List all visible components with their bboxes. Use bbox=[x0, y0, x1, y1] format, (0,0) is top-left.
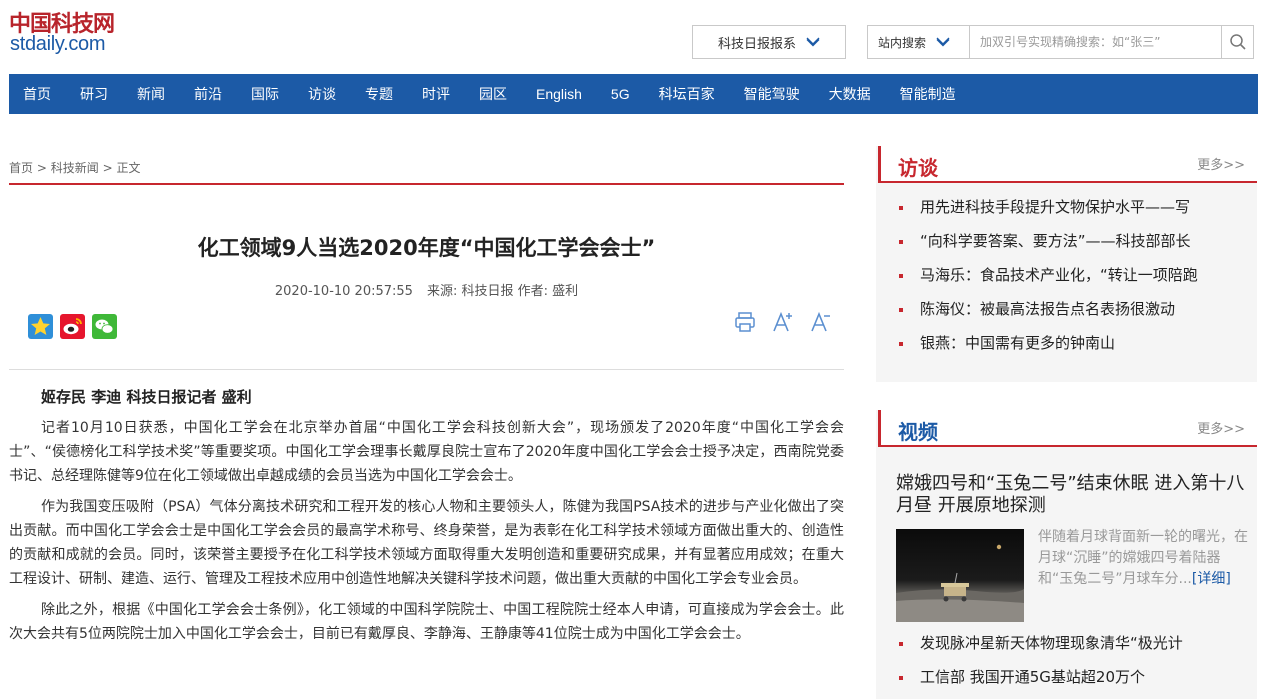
search-scope-label: 站内搜索 bbox=[878, 35, 927, 50]
video-heading: 视频 bbox=[898, 420, 938, 444]
font-decrease-icon[interactable] bbox=[809, 310, 833, 334]
video-list: 发现脉冲星新天体物理现象清华“极光计 工信部 我国开通5G基站超20万个 bbox=[876, 631, 1257, 699]
list-item[interactable]: 用先进科技手段提升文物保护水平——写 bbox=[876, 195, 1257, 229]
interview-panel: 访谈 更多>> 用先进科技手段提升文物保护水平——写 “向科学要答案、要方法”—… bbox=[876, 146, 1257, 382]
interview-panel-header: 访谈 更多>> bbox=[878, 146, 1257, 183]
nav-item-international[interactable]: 国际 bbox=[251, 84, 279, 104]
video-panel: 视频 更多>> 嫦娥四号和“玉兔二号”结束休眠 进入第十八月昼 开展原地探测 伴… bbox=[876, 410, 1257, 699]
article-title: 化工领域9人当选2020年度“中国化工学会会士” bbox=[197, 236, 656, 260]
interview-more-link[interactable]: 更多>> bbox=[1197, 154, 1245, 173]
site-search: 站内搜索 bbox=[867, 25, 1254, 59]
breadcrumb-divider bbox=[9, 183, 844, 185]
article-paragraph: 记者10月10日获悉，中国化工学会在北京举办首届“中国化工学会科技创新大会”，现… bbox=[9, 420, 844, 484]
article-paragraph: 除此之外，根据《中国化工学会会士条例》，化工领域的中国科学院院士、中国工程院院士… bbox=[9, 602, 844, 642]
breadcrumb-separator: > bbox=[102, 161, 117, 175]
wechat-share-icon[interactable] bbox=[92, 314, 117, 339]
site-header: 中国科技网 stdaily.com 科技日报报系 站内搜索 bbox=[0, 0, 1261, 74]
site-logo[interactable]: 中国科技网 stdaily.com bbox=[9, 6, 139, 56]
breadcrumb-home[interactable]: 首页 bbox=[9, 161, 33, 175]
nav-item-study[interactable]: 研习 bbox=[80, 84, 108, 104]
lunar-rover-image bbox=[896, 544, 1024, 622]
search-input[interactable] bbox=[970, 26, 1221, 58]
article-tools bbox=[733, 310, 833, 334]
nav-item-topics[interactable]: 专题 bbox=[365, 84, 393, 104]
search-icon bbox=[1229, 34, 1246, 50]
logo-english: stdaily.com bbox=[10, 33, 106, 55]
list-item[interactable]: 发现脉冲星新天体物理现象清华“极光计 bbox=[876, 631, 1257, 665]
video-thumbnail[interactable] bbox=[896, 529, 1024, 622]
nav-item-big-data[interactable]: 大数据 bbox=[829, 84, 871, 104]
interview-list: 用先进科技手段提升文物保护水平——写 “向科学要答案、要方法”——科技部部长 马… bbox=[876, 183, 1257, 365]
newspaper-select-label: 科技日报报系 bbox=[717, 36, 796, 52]
nav-item-parks[interactable]: 园区 bbox=[479, 84, 507, 104]
share-bar bbox=[28, 314, 117, 339]
chevron-down-icon bbox=[806, 37, 820, 47]
search-button[interactable] bbox=[1221, 26, 1253, 58]
breadcrumb-current: 正文 bbox=[116, 161, 141, 175]
video-feature-title[interactable]: 嫦娥四号和“玉兔二号”结束休眠 进入第十八月昼 开展原地探测 bbox=[896, 473, 1246, 517]
nav-item-5g[interactable]: 5G bbox=[611, 86, 630, 102]
article-datetime: 2020-10-10 20:57:55 bbox=[274, 284, 413, 299]
article-divider bbox=[9, 369, 844, 370]
nav-item-forum[interactable]: 科坛百家 bbox=[659, 84, 715, 104]
breadcrumb: 首页 > 科技新闻 > 正文 bbox=[9, 159, 140, 176]
nav-item-frontier[interactable]: 前沿 bbox=[194, 84, 222, 104]
article-author: 作者: 盛利 bbox=[517, 284, 579, 299]
nav-item-smart-driving[interactable]: 智能驾驶 bbox=[744, 84, 800, 104]
section-marker bbox=[878, 410, 881, 447]
chevron-down-icon bbox=[936, 37, 950, 47]
video-feature-summary: 伴随着月球背面新一轮的曙光，在月球“沉睡”的嫦娥四号着陆器和“玉兔二号”月球车分… bbox=[1038, 527, 1248, 590]
nav-item-commentary[interactable]: 时评 bbox=[422, 84, 450, 104]
interview-heading: 访谈 bbox=[898, 156, 938, 180]
search-scope-select[interactable]: 站内搜索 bbox=[868, 26, 970, 58]
list-item[interactable]: 马海乐：食品技术产业化，“转让一项陪跑 bbox=[876, 263, 1257, 297]
article-byline: 姬存民 李迪 科技日报记者 盛利 bbox=[41, 388, 252, 406]
nav-item-english[interactable]: English bbox=[536, 86, 582, 102]
nav-item-smart-manufacturing[interactable]: 智能制造 bbox=[900, 84, 956, 104]
main-nav: 首页 研习 新闻 前沿 国际 访谈 专题 时评 园区 English 5G 科坛… bbox=[9, 74, 1258, 114]
list-item[interactable]: 银燕：中国需有更多的钟南山 bbox=[876, 331, 1257, 365]
section-marker bbox=[878, 146, 881, 183]
qzone-share-icon[interactable] bbox=[28, 314, 53, 339]
list-item[interactable]: 工信部 我国开通5G基站超20万个 bbox=[876, 665, 1257, 699]
list-item[interactable]: “向科学要答案、要方法”——科技部部长 bbox=[876, 229, 1257, 263]
nav-item-home[interactable]: 首页 bbox=[23, 84, 51, 104]
newspaper-select[interactable]: 科技日报报系 bbox=[692, 25, 846, 59]
nav-item-news[interactable]: 新闻 bbox=[137, 84, 165, 104]
article-source: 来源: 科技日报 bbox=[426, 284, 514, 299]
breadcrumb-tech-news[interactable]: 科技新闻 bbox=[51, 161, 99, 175]
video-detail-link[interactable]: [详细] bbox=[1192, 571, 1231, 587]
article-paragraph: 作为我国变压吸附（PSA）气体分离技术研究和工程开发的核心人物和主要领头人，陈健… bbox=[9, 499, 844, 587]
video-more-link[interactable]: 更多>> bbox=[1197, 418, 1245, 437]
print-icon[interactable] bbox=[733, 310, 757, 334]
article-meta: 2020-10-10 20:57:55 来源: 科技日报 作者: 盛利 bbox=[9, 280, 844, 299]
weibo-share-icon[interactable] bbox=[60, 314, 85, 339]
breadcrumb-separator: > bbox=[36, 161, 51, 175]
list-item[interactable]: 陈海仪：被最高法报告点名表扬很激动 bbox=[876, 297, 1257, 331]
font-increase-icon[interactable] bbox=[771, 310, 795, 334]
article-body: 记者10月10日获悉，中国化工学会在北京举办首届“中国化工学会科技创新大会”，现… bbox=[9, 416, 844, 653]
video-panel-header: 视频 更多>> bbox=[878, 410, 1257, 447]
nav-item-interview[interactable]: 访谈 bbox=[308, 84, 336, 104]
